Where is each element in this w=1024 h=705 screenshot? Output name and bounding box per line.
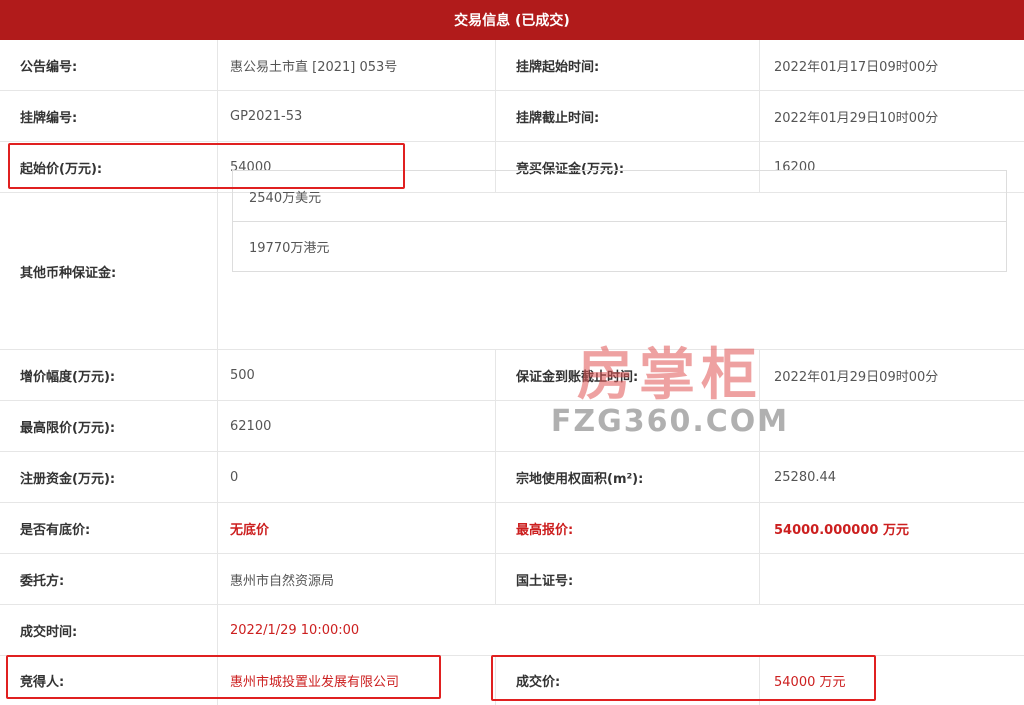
deal-time-value: 2022/1/29 10:00:00	[230, 622, 360, 638]
notice-no-value: 惠公易土市直 [2021] 053号	[218, 40, 496, 90]
entrusting-value: 惠州市自然资源局	[218, 554, 496, 604]
table-row: 委托方: 惠州市自然资源局 国土证号:	[0, 554, 1024, 605]
currency-deposit-hkd: 19770万港元	[233, 221, 1006, 271]
listing-end-label: 挂牌截止时间:	[496, 91, 760, 141]
notice-no-label: 公告编号:	[0, 40, 218, 90]
listing-start-value: 2022年01月17日09时00分	[774, 59, 939, 75]
top-bid-label: 最高报价:	[496, 503, 760, 553]
capital-label: 注册资金(万元):	[0, 452, 218, 502]
deal-price-highlight	[491, 655, 876, 701]
table-row: 最高限价(万元): 62100	[0, 401, 1024, 452]
table-row: 挂牌编号: GP2021-53 挂牌截止时间: 2022年01月29日10时00…	[0, 91, 1024, 142]
area-value: 25280.44	[774, 469, 837, 485]
land-cert-value	[760, 554, 1024, 604]
deposit-deadline-value: 2022年01月29日09时00分	[774, 369, 939, 385]
table-row: 注册资金(万元): 0 宗地使用权面积(m²): 25280.44	[0, 452, 1024, 503]
table-row: 是否有底价: 无底价 最高报价: 54000.000000 万元	[0, 503, 1024, 554]
listing-no-value: GP2021-53	[218, 91, 496, 141]
deposit-deadline-label: 保证金到账截止时间:	[496, 350, 760, 400]
max-price-label: 最高限价(万元):	[0, 401, 218, 451]
listing-start-label: 挂牌起始时间:	[496, 40, 760, 90]
table-row: 成交时间: 2022/1/29 10:00:00	[0, 605, 1024, 656]
section-title: 交易信息 (已成交)	[0, 0, 1024, 40]
deal-time-label: 成交时间:	[0, 605, 218, 655]
land-cert-label: 国土证号:	[496, 554, 760, 604]
listing-no-label: 挂牌编号:	[0, 91, 218, 141]
start-price-highlight	[8, 143, 405, 189]
winner-highlight	[6, 655, 441, 699]
area-label: 宗地使用权面积(m²):	[496, 452, 760, 502]
capital-value: 0	[218, 452, 496, 502]
top-bid-value: 54000.000000 万元	[774, 522, 909, 538]
listing-end-value: 2022年01月29日10时00分	[774, 110, 939, 126]
reserve-label: 是否有底价:	[0, 503, 218, 553]
table-row: 公告编号: 惠公易土市直 [2021] 053号 挂牌起始时间: 2022年01…	[0, 40, 1024, 91]
max-price-value: 62100	[218, 401, 496, 451]
increment-value: 500	[218, 350, 496, 400]
reserve-value: 无底价	[218, 503, 496, 553]
other-deposit-label: 其他币种保证金:	[0, 193, 218, 349]
increment-label: 增价幅度(万元):	[0, 350, 218, 400]
table-row: 增价幅度(万元): 500 保证金到账截止时间: 2022年01月29日09时0…	[0, 350, 1024, 401]
entrusting-label: 委托方:	[0, 554, 218, 604]
